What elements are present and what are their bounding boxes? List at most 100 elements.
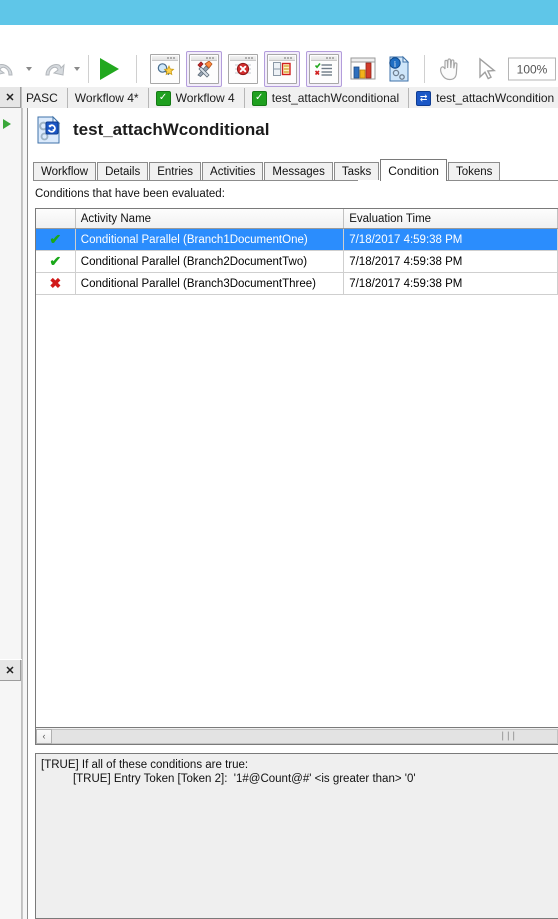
tab-label: Tasks [341, 166, 372, 178]
information-button[interactable]: i [384, 54, 414, 84]
tab-workflow[interactable]: Workflow [33, 162, 97, 181]
row-status-icon: ✔ [36, 251, 76, 272]
tab-tasks[interactable]: Tasks [333, 162, 380, 181]
pan-button[interactable] [436, 56, 464, 82]
tab-label: Messages [272, 166, 325, 178]
tools-button[interactable] [186, 51, 222, 87]
undo-dropdown[interactable] [26, 67, 32, 71]
left-rail-top: ✕ [0, 87, 22, 659]
condition-detail-text: [TRUE] If all of these conditions are tr… [35, 753, 558, 919]
toolbar-separator-3 [424, 55, 425, 83]
tab-label: Condition [388, 163, 439, 178]
document-header: test_attachWconditional [28, 108, 269, 152]
error-circle-icon [228, 54, 258, 84]
chevron-down-icon [26, 67, 32, 71]
magnifier-star-icon [150, 54, 180, 84]
window-title-band [0, 0, 558, 25]
workflow-instance-icon [34, 115, 64, 145]
document-tab-workflow4[interactable]: ✓ Workflow 4 [148, 88, 245, 108]
document-tab-pasc[interactable]: PASC [22, 88, 68, 108]
scroll-left-button[interactable]: ‹ [36, 728, 52, 744]
row-evaluation-time: 7/18/2017 4:59:38 PM [344, 229, 558, 250]
document-tabs: PASC Workflow 4* ✓ Workflow 4 ✓ test_att… [22, 87, 558, 108]
row-status-icon: ✖ [36, 273, 76, 294]
row-evaluation-time: 7/18/2017 4:59:38 PM [344, 251, 558, 272]
table-row[interactable]: ✔ Conditional Parallel (Branch1DocumentO… [36, 229, 558, 251]
hammer-wrench-icon [189, 54, 219, 84]
green-arrow-icon [3, 119, 11, 129]
select-button[interactable] [474, 56, 500, 82]
column-header-evaluation-time[interactable]: Evaluation Time [344, 209, 558, 228]
check-icon: ✓ [155, 90, 171, 106]
grid-header-row: Activity Name Evaluation Time [36, 209, 558, 229]
info-document-icon: i [384, 54, 414, 84]
close-left-panel-top-button[interactable]: ✕ [0, 87, 21, 108]
document-tab-label: Workflow 4 [175, 91, 235, 105]
statistics-button[interactable] [348, 54, 378, 84]
page-title: test_attachWconditional [73, 120, 270, 139]
chevron-down-icon [74, 67, 80, 71]
document-tab-label: PASC [26, 91, 58, 105]
find-activity-button[interactable] [150, 54, 180, 84]
checklist-highlight [306, 51, 342, 87]
run-workflow-button[interactable] [100, 58, 119, 80]
redo-arrow-icon [45, 63, 65, 76]
properties-button[interactable] [264, 51, 300, 87]
column-header-status[interactable] [36, 209, 76, 228]
undo-arrow-icon [0, 64, 13, 76]
toolbar-separator-2 [136, 55, 137, 83]
row-status-icon: ✔ [36, 229, 76, 250]
panel-properties-icon [267, 54, 297, 84]
grid-horizontal-scrollbar[interactable]: ‹ ∣∣∣ [35, 728, 558, 745]
tab-details[interactable]: Details [97, 162, 149, 181]
undo-button[interactable] [0, 56, 18, 82]
left-rail-bottom: ✕ [0, 660, 22, 919]
tab-label: Workflow [41, 166, 89, 178]
bar-chart-icon [348, 54, 378, 84]
check-icon: ✓ [251, 90, 267, 106]
column-header-activity-name[interactable]: Activity Name [76, 209, 345, 228]
checklist-button[interactable] [306, 51, 342, 87]
checklist-icon [309, 54, 339, 84]
row-activity-name: Conditional Parallel (Branch1DocumentOne… [76, 229, 345, 250]
inner-tab-bar: Workflow Details Entries Activities Mess… [33, 159, 501, 181]
document-tab-workflow4-modified[interactable]: Workflow 4* [67, 88, 149, 108]
grid-empty-area [36, 295, 558, 727]
tab-label: Details [105, 166, 141, 178]
tab-condition[interactable]: Condition [380, 159, 447, 181]
play-triangle-icon [100, 58, 119, 80]
row-evaluation-time: 7/18/2017 4:59:38 PM [344, 273, 558, 294]
document-tab-label: test_attachWconditional [271, 91, 400, 105]
zoom-level-input[interactable]: 100% [508, 57, 556, 81]
redo-button[interactable] [40, 56, 66, 82]
redo-dropdown[interactable] [74, 67, 80, 71]
tab-activities[interactable]: Activities [202, 162, 264, 181]
hand-icon [436, 56, 464, 82]
table-row[interactable]: ✖ Conditional Parallel (Branch3DocumentT… [36, 273, 558, 295]
close-left-panel-bottom-button[interactable]: ✕ [0, 660, 21, 681]
tools-highlight [186, 51, 222, 87]
table-row[interactable]: ✔ Conditional Parallel (Branch2DocumentT… [36, 251, 558, 273]
document-tab-test-attachwconditional-instance[interactable]: ⇄ test_attachWcondition [409, 88, 558, 108]
tab-messages[interactable]: Messages [264, 162, 333, 181]
tab-tokens[interactable]: Tokens [447, 162, 501, 181]
document-tab-label: Workflow 4* [74, 91, 139, 105]
tab-entries[interactable]: Entries [149, 162, 202, 181]
scroll-track[interactable]: ∣∣∣ [52, 728, 558, 744]
inner-tabs-underline [33, 180, 558, 181]
properties-highlight [264, 51, 300, 87]
scroll-thumb-grip[interactable]: ∣∣∣ [501, 731, 518, 742]
rail-separator-1 [22, 108, 23, 919]
conditions-grid: Activity Name Evaluation Time ✔ Conditio… [35, 208, 558, 728]
tab-label: Tokens [455, 166, 493, 178]
cursor-arrow-icon [474, 56, 500, 82]
tab-label: Activities [210, 166, 256, 178]
document-tab-test-attachwconditional[interactable]: ✓ test_attachWconditional [244, 88, 410, 108]
zoom-level-value: 100% [508, 57, 556, 81]
row-activity-name: Conditional Parallel (Branch2DocumentTwo… [76, 251, 345, 272]
document-tab-strip: ✕ PASC Workflow 4* ✓ Workflow 4 ✓ test_a… [0, 87, 558, 109]
conditions-panel-label: Conditions that have been evaluated: [35, 188, 225, 200]
document-content-panel: test_attachWconditional Workflow Details… [28, 108, 558, 919]
sync-icon: ⇄ [416, 90, 432, 106]
errors-button[interactable] [228, 54, 258, 84]
